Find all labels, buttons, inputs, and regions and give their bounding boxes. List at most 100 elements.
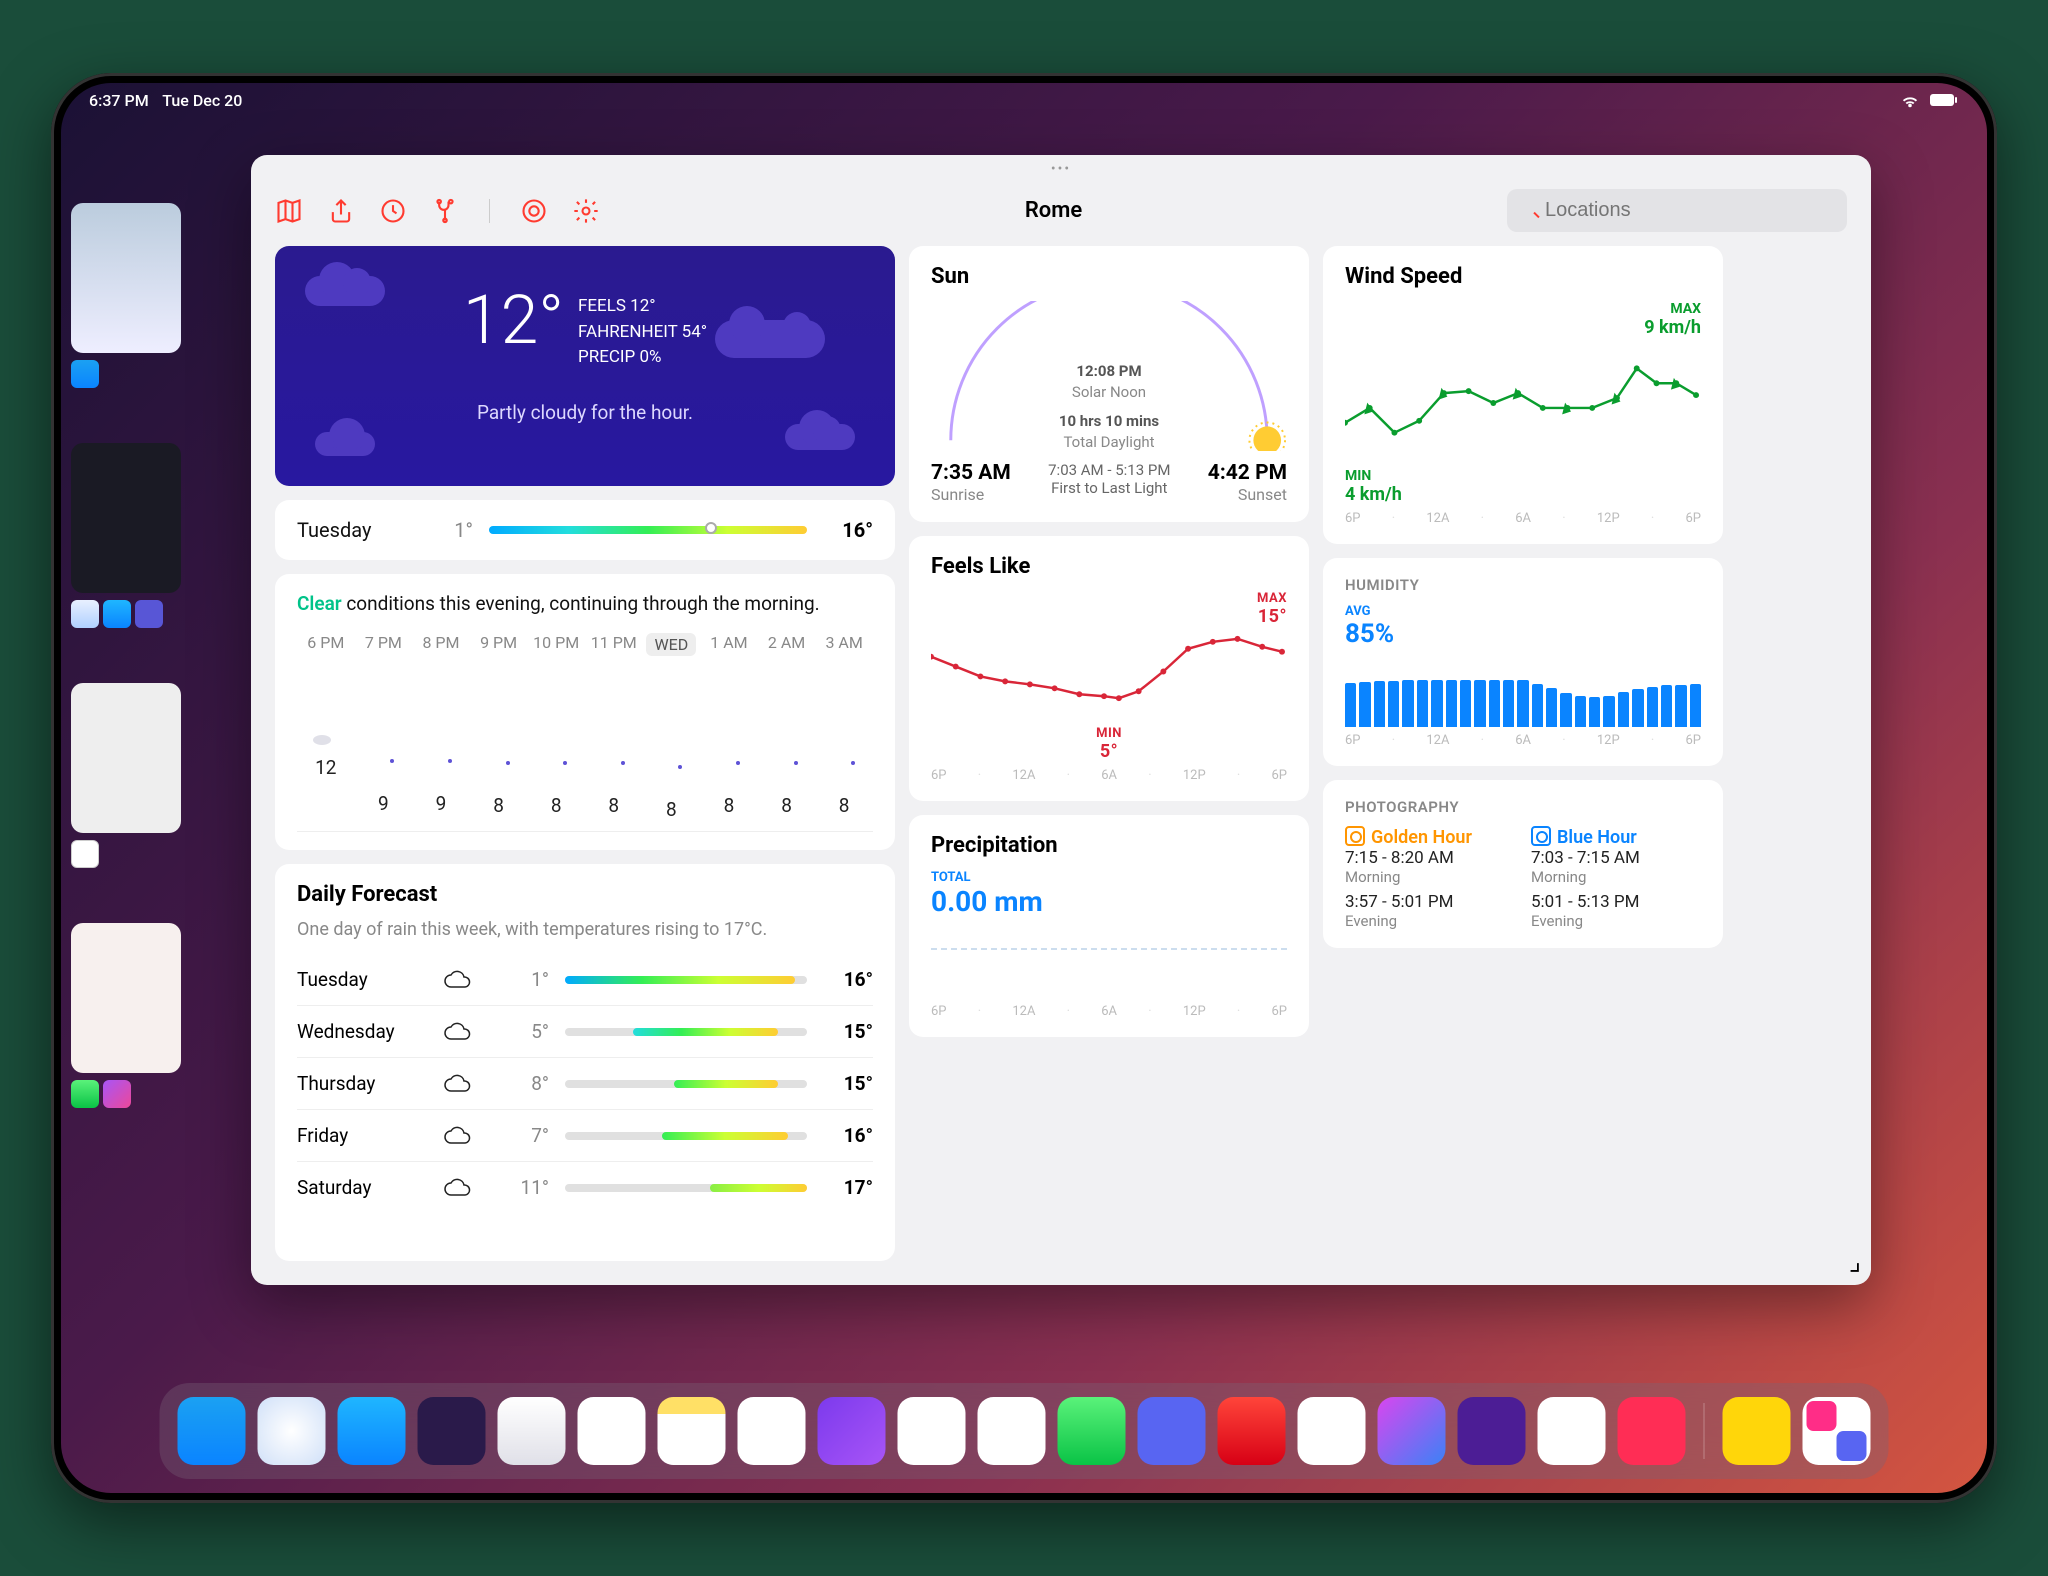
today-low: 1° bbox=[433, 518, 473, 542]
resize-handle[interactable]: ⌟ bbox=[1849, 1247, 1861, 1277]
clear-night-icon bbox=[828, 756, 860, 788]
hourly-card[interactable]: Clear conditions this evening, continuin… bbox=[275, 574, 895, 850]
daily-high: 16° bbox=[823, 968, 873, 991]
hourly-temp: 8 bbox=[493, 794, 504, 817]
dock-recent-1-icon[interactable] bbox=[1723, 1397, 1791, 1465]
clear-night-icon bbox=[483, 756, 515, 788]
dock-appstore-icon[interactable] bbox=[338, 1397, 406, 1465]
daily-temp-bar bbox=[565, 1080, 807, 1088]
daily-row[interactable]: Thursday 8° 15° bbox=[297, 1057, 873, 1109]
dock-app-pink-icon[interactable] bbox=[1618, 1397, 1686, 1465]
daily-row[interactable]: Tuesday 1° 16° bbox=[297, 954, 873, 1005]
hourly-item[interactable]: 3 AM 8 bbox=[815, 633, 873, 821]
daily-card[interactable]: Daily Forecast One day of rain this week… bbox=[275, 864, 895, 1261]
stage-app-icon-2 bbox=[103, 1080, 131, 1108]
dock-messages-icon[interactable] bbox=[1058, 1397, 1126, 1465]
today-card[interactable]: Tuesday 1° 16° bbox=[275, 500, 895, 560]
target-icon[interactable] bbox=[520, 197, 548, 225]
dock-reminders-icon[interactable] bbox=[578, 1397, 646, 1465]
humidity-card[interactable]: HUMIDITY AVG 85% 6P·12A·6A·12P·6P bbox=[1323, 558, 1723, 766]
cloud-icon bbox=[443, 1073, 483, 1095]
dock-notes-icon[interactable] bbox=[658, 1397, 726, 1465]
hourly-item[interactable]: 10 PM 8 bbox=[527, 633, 585, 821]
history-icon[interactable] bbox=[379, 197, 407, 225]
hourly-time: 10 PM bbox=[533, 633, 579, 652]
hourly-item[interactable]: 8 PM 9 bbox=[412, 633, 470, 821]
messages-icon bbox=[71, 1080, 99, 1108]
stage-thumb-3[interactable] bbox=[71, 683, 181, 833]
feelslike-card[interactable]: Feels Like MAX15° MIN5° 6P·12A·6A·12P·6P bbox=[909, 536, 1309, 801]
dock-obsidian-icon[interactable] bbox=[1458, 1397, 1526, 1465]
daily-row[interactable]: Wednesday 5° 15° bbox=[297, 1005, 873, 1057]
fork-icon[interactable] bbox=[431, 197, 459, 225]
hourly-temp: 8 bbox=[551, 794, 562, 817]
hourly-item[interactable]: 6 PM 12 bbox=[297, 633, 355, 821]
cloud-icon bbox=[443, 1125, 483, 1147]
precipitation-chart bbox=[931, 948, 1287, 998]
dock-shortcuts-icon[interactable] bbox=[1378, 1397, 1446, 1465]
status-bar: 6:37 PM Tue Dec 20 bbox=[61, 83, 1987, 114]
dock-timer-icon[interactable] bbox=[1298, 1397, 1366, 1465]
dock bbox=[160, 1383, 1889, 1479]
precip-line: PRECIP 0% bbox=[578, 345, 707, 371]
daily-row[interactable]: Friday 7° 16° bbox=[297, 1109, 873, 1161]
dock-app-cloud-icon[interactable] bbox=[1218, 1397, 1286, 1465]
dock-freeform-icon[interactable] bbox=[898, 1397, 966, 1465]
stage-thumb-4[interactable] bbox=[71, 923, 181, 1073]
hourly-item[interactable]: 2 AM 8 bbox=[758, 633, 816, 821]
hourly-temp: 8 bbox=[724, 794, 735, 817]
daily-temp-bar bbox=[565, 976, 807, 984]
sun-card[interactable]: Sun 12:08 PM Solar Noon 10 bbox=[909, 246, 1309, 522]
daily-row[interactable]: Saturday 11° 17° bbox=[297, 1161, 873, 1213]
share-icon[interactable] bbox=[327, 197, 355, 225]
dock-marvis-icon[interactable] bbox=[818, 1397, 886, 1465]
clear-night-icon bbox=[598, 756, 630, 788]
fahrenheit-line: FAHRENHEIT 54° bbox=[578, 320, 707, 346]
photography-card[interactable]: PHOTOGRAPHY Golden Hour 7:15 - 8:20 AM M… bbox=[1323, 780, 1723, 948]
map-icon[interactable] bbox=[275, 197, 303, 225]
battery-icon bbox=[1929, 93, 1959, 109]
hourly-time: 7 PM bbox=[365, 633, 402, 652]
status-time: 6:37 PM bbox=[89, 91, 149, 110]
hourly-item[interactable]: 9 PM 8 bbox=[470, 633, 528, 821]
dock-separator bbox=[1704, 1403, 1705, 1459]
daily-high: 17° bbox=[823, 1176, 873, 1199]
partly-cloudy-night-icon bbox=[310, 718, 342, 750]
dock-photos-icon[interactable] bbox=[978, 1397, 1046, 1465]
dock-recent-2-icon[interactable] bbox=[1803, 1397, 1871, 1465]
stage-thumb-1[interactable] bbox=[71, 203, 181, 353]
hourly-grid[interactable]: 6 PM 12 7 PM 9 8 PM 9 9 PM 8 10 PM 8 11 … bbox=[297, 633, 873, 832]
dock-discord-icon[interactable] bbox=[1138, 1397, 1206, 1465]
notion-icon bbox=[71, 840, 99, 868]
hourly-item[interactable]: WED 8 bbox=[643, 633, 701, 821]
hourly-temp: 9 bbox=[378, 792, 389, 815]
dock-mail-icon[interactable] bbox=[498, 1397, 566, 1465]
dock-safari-icon[interactable] bbox=[258, 1397, 326, 1465]
hourly-summary: Clear conditions this evening, continuin… bbox=[297, 592, 873, 615]
precipitation-card[interactable]: Precipitation TOTAL 0.00 mm 6P·12A·6A·12… bbox=[909, 815, 1309, 1037]
finder-icon bbox=[71, 360, 99, 388]
hourly-time: 9 PM bbox=[480, 633, 517, 652]
hourly-item[interactable]: 11 PM 8 bbox=[585, 633, 643, 821]
search-input[interactable] bbox=[1507, 189, 1847, 232]
clear-night-icon bbox=[713, 756, 745, 788]
cloud-icon bbox=[443, 1021, 483, 1043]
daily-temp-bar bbox=[565, 1132, 807, 1140]
hero-summary: Partly cloudy for the hour. bbox=[311, 401, 859, 424]
daily-day-label: Tuesday bbox=[297, 968, 427, 991]
dock-finder-icon[interactable] bbox=[178, 1397, 246, 1465]
dock-music-icon[interactable] bbox=[738, 1397, 806, 1465]
stage-app-icon bbox=[135, 600, 163, 628]
stage-manager-strip bbox=[71, 203, 211, 1073]
multitask-menu[interactable]: ••• bbox=[251, 155, 1871, 177]
hourly-item[interactable]: 1 AM 8 bbox=[700, 633, 758, 821]
gear-icon[interactable] bbox=[572, 197, 600, 225]
location-title[interactable]: Rome bbox=[620, 198, 1487, 223]
wind-card[interactable]: Wind Speed MAX9 km/h MIN4 km/h 6P·12A·6A… bbox=[1323, 246, 1723, 544]
dock-app-m-icon[interactable] bbox=[418, 1397, 486, 1465]
stage-thumb-2[interactable] bbox=[71, 443, 181, 593]
hourly-item[interactable]: 7 PM 9 bbox=[355, 633, 413, 821]
hero-card[interactable]: 12° FEELS 12° FAHRENHEIT 54° PRECIP 0% P… bbox=[275, 246, 895, 486]
hourly-temp: 8 bbox=[839, 794, 850, 817]
dock-app-bot-icon[interactable] bbox=[1538, 1397, 1606, 1465]
